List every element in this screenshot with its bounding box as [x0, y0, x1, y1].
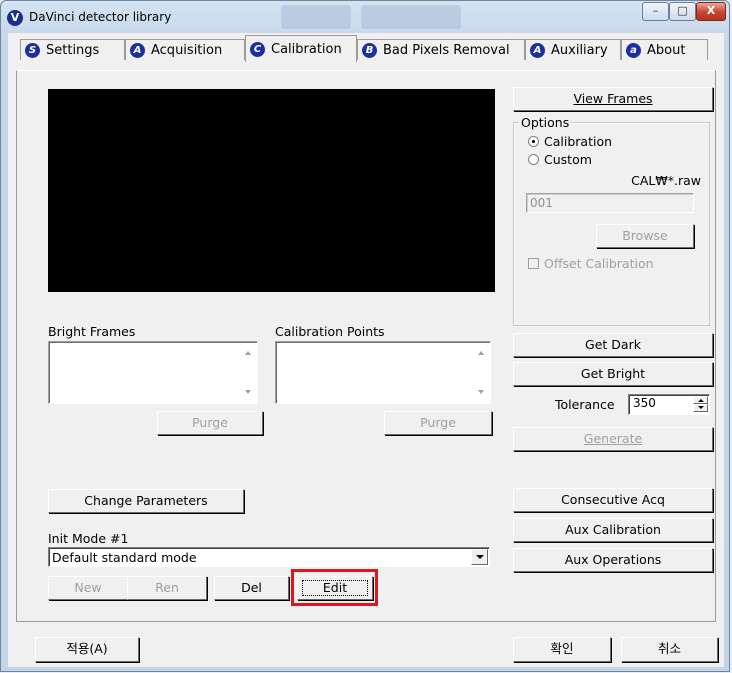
consecutive-acq-button[interactable]: Consecutive Acq: [513, 488, 713, 512]
chevron-down-icon[interactable]: [471, 549, 488, 565]
close-button[interactable]: X: [696, 2, 726, 21]
tab-about[interactable]: a About: [621, 39, 708, 60]
radio-unselected-icon[interactable]: [528, 154, 539, 165]
spin-down-icon[interactable]: [693, 404, 708, 412]
consecutive-acq-label: Consecutive Acq: [561, 492, 665, 507]
rename-mode-button[interactable]: Ren: [127, 576, 207, 600]
delete-mode-button[interactable]: Del: [214, 576, 289, 600]
cancel-button[interactable]: 취소: [621, 637, 718, 662]
tab-auxiliary[interactable]: A Auxiliary: [525, 39, 621, 60]
ok-button[interactable]: 확인: [513, 637, 611, 662]
calibration-points-scrollbar[interactable]: [473, 343, 489, 402]
about-tab-icon: a: [626, 42, 641, 58]
tab-calibration[interactable]: C Calibration: [245, 35, 357, 62]
dialog-client: S Settings A Acquisition C Calibration B…: [8, 33, 724, 667]
bad-pixels-tab-icon: B: [362, 42, 377, 58]
init-mode-label: Init Mode #1: [48, 531, 129, 546]
radio-calibration-label: Calibration: [544, 134, 613, 149]
tolerance-label: Tolerance: [555, 397, 615, 412]
tab-label: Acquisition: [151, 42, 223, 58]
aux-calibration-button[interactable]: Aux Calibration: [513, 518, 713, 542]
get-bright-label: Get Bright: [580, 366, 646, 381]
get-dark-label: Get Dark: [585, 337, 641, 352]
file-index-input[interactable]: 001: [526, 193, 694, 213]
purge-bright-button[interactable]: Purge: [157, 411, 263, 435]
get-dark-button[interactable]: Get Dark: [513, 333, 713, 357]
tab-label: Settings: [46, 42, 100, 58]
apply-button[interactable]: 적용(A): [35, 637, 139, 662]
offset-calibration-label: Offset Calibration: [544, 256, 654, 271]
options-group: Options Calibration Custom CAL₩*.raw 001…: [513, 115, 710, 326]
bright-frames-list[interactable]: [48, 341, 258, 404]
init-mode-select[interactable]: Default standard mode: [48, 547, 490, 567]
offset-calibration-checkbox[interactable]: Offset Calibration: [528, 256, 654, 271]
highlight-box: [291, 569, 378, 606]
maximize-button[interactable]: □: [669, 2, 696, 21]
get-bright-button[interactable]: Get Bright: [513, 362, 713, 386]
calibration-points-list[interactable]: [275, 341, 491, 404]
scroll-down-icon[interactable]: [478, 390, 484, 394]
image-preview: [48, 89, 495, 292]
scroll-up-icon[interactable]: [245, 351, 251, 355]
spin-up-icon[interactable]: [693, 396, 708, 404]
browse-button[interactable]: Browse: [596, 224, 694, 248]
tolerance-value: 350: [633, 396, 656, 410]
calibration-tab-icon: C: [250, 41, 265, 57]
radio-custom[interactable]: Custom: [528, 152, 592, 167]
auxiliary-tab-icon: A: [530, 42, 545, 58]
taskbar-ghost: [281, 5, 351, 29]
window-title: DaVinci detector library: [29, 10, 172, 24]
tab-label: Calibration: [271, 41, 342, 57]
bright-frames-label: Bright Frames: [48, 324, 136, 339]
app-window: V DaVinci detector library – □ X S Setti…: [0, 0, 730, 672]
generate-label: Generate: [583, 431, 643, 446]
view-frames-button[interactable]: View Frames: [513, 87, 713, 111]
new-mode-button[interactable]: New: [48, 576, 128, 600]
purge-points-button[interactable]: Purge: [384, 411, 492, 435]
generate-button[interactable]: Generate: [513, 427, 713, 451]
title-bar[interactable]: V DaVinci detector library – □ X: [1, 1, 729, 35]
tab-label: About: [647, 42, 686, 58]
radio-selected-icon[interactable]: [528, 136, 539, 147]
radio-custom-label: Custom: [544, 152, 592, 167]
spinner-buttons[interactable]: [693, 396, 708, 413]
tab-settings[interactable]: S Settings: [20, 39, 125, 60]
init-mode-value: Default standard mode: [52, 550, 197, 565]
tab-acquisition[interactable]: A Acquisition: [125, 39, 245, 60]
aux-operations-button[interactable]: Aux Operations: [513, 548, 713, 572]
minimize-button[interactable]: –: [642, 2, 669, 21]
tolerance-spinner[interactable]: 350: [628, 394, 710, 415]
scroll-up-icon[interactable]: [478, 351, 484, 355]
file-pattern: CAL₩*.raw: [631, 173, 701, 188]
radio-calibration[interactable]: Calibration: [528, 134, 612, 149]
calibration-panel: Bright Frames Calibration Points Purge P…: [16, 70, 716, 622]
app-logo-icon: V: [7, 10, 23, 26]
view-frames-label: View Frames: [573, 91, 653, 106]
scroll-down-icon[interactable]: [245, 390, 251, 394]
settings-tab-icon: S: [25, 42, 40, 58]
tab-bad-pixels-removal[interactable]: B Bad Pixels Removal: [357, 39, 525, 60]
change-parameters-button[interactable]: Change Parameters: [48, 489, 244, 513]
checkbox-icon[interactable]: [528, 258, 539, 269]
bright-frames-scrollbar[interactable]: [240, 343, 256, 402]
options-title: Options: [519, 115, 572, 130]
tab-label: Auxiliary: [551, 42, 608, 58]
tab-label: Bad Pixels Removal: [383, 42, 510, 58]
taskbar-ghost: [361, 5, 461, 29]
acquisition-tab-icon: A: [130, 42, 145, 58]
calibration-points-label: Calibration Points: [275, 324, 385, 339]
